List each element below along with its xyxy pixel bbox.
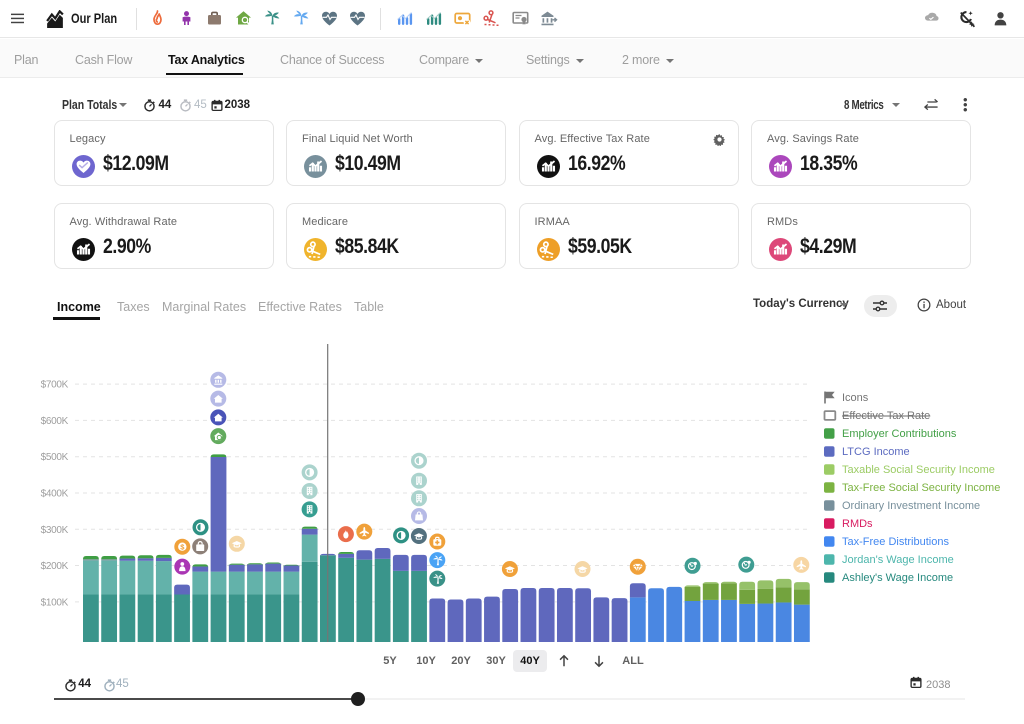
- svg-text:$400K: $400K: [41, 488, 69, 499]
- svg-text:Tax-Free Social Security Incom: Tax-Free Social Security Income: [842, 482, 1000, 494]
- svg-text:Employer Contributions: Employer Contributions: [842, 428, 957, 440]
- svg-text:Tax-Free Distributions: Tax-Free Distributions: [842, 536, 949, 548]
- svg-text:RMDs: RMDs: [842, 518, 873, 530]
- svg-text:$100K: $100K: [41, 597, 69, 608]
- svg-text:$300K: $300K: [41, 525, 69, 536]
- svg-text:Effective Tax Rate: Effective Tax Rate: [842, 410, 930, 422]
- svg-text:$500K: $500K: [41, 452, 69, 463]
- svg-text:$700K: $700K: [41, 380, 69, 391]
- svg-text:$200K: $200K: [41, 561, 69, 572]
- svg-text:Ashley's Wage Income: Ashley's Wage Income: [842, 572, 953, 584]
- svg-text:$600K: $600K: [41, 416, 69, 427]
- svg-text:Icons: Icons: [842, 392, 869, 404]
- svg-text:Ordinary Investment Income: Ordinary Investment Income: [842, 500, 980, 512]
- svg-text:Jordan's Wage Income: Jordan's Wage Income: [842, 554, 954, 566]
- svg-text:LTCG Income: LTCG Income: [842, 446, 910, 458]
- svg-text:Taxable Social Security Income: Taxable Social Security Income: [842, 464, 995, 476]
